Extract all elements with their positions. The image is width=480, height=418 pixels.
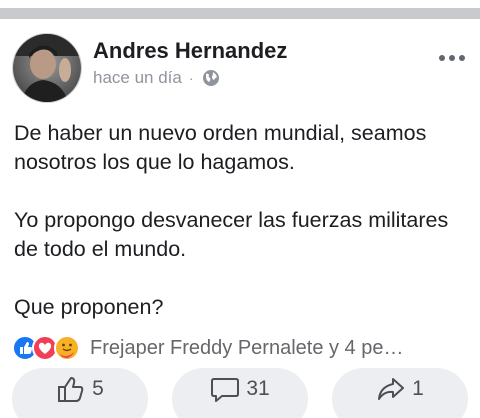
share-count: 1 (412, 377, 424, 400)
reactions-summary[interactable]: Frejaper Freddy Pernalete y 4 pe… (12, 334, 404, 362)
post-meta: hace un día · (93, 68, 220, 88)
thumbs-up-icon (58, 377, 84, 402)
reactions-summary-text: Frejaper Freddy Pernalete y 4 pe… (90, 336, 404, 359)
more-options-icon (439, 55, 465, 61)
post-card: Andres Hernandez hace un día · De haber … (0, 0, 480, 418)
author-name[interactable]: Andres Hernandez (93, 38, 287, 64)
comment-icon (211, 378, 240, 402)
care-reaction-icon (54, 335, 80, 361)
globe-icon (202, 70, 219, 86)
post-body: De haber un nuevo orden mundial, seamos … (14, 119, 464, 322)
post-paragraph: Yo propongo desvanecer las fuerzas milit… (14, 208, 449, 261)
post-paragraph: Que proponen? (14, 295, 164, 319)
share-icon (378, 378, 405, 400)
avatar[interactable] (12, 33, 82, 103)
meta-separator: · (188, 70, 194, 86)
like-count: 5 (92, 377, 104, 400)
avatar-photo (13, 34, 81, 102)
reaction-icons (12, 335, 88, 361)
comment-count: 31 (246, 377, 270, 400)
post-paragraph: De haber un nuevo orden mundial, seamos … (14, 121, 427, 174)
top-divider-bar (0, 8, 480, 19)
comment-button[interactable]: 31 (172, 368, 308, 418)
share-button[interactable]: 1 (332, 368, 468, 418)
like-button[interactable]: 5 (12, 368, 148, 418)
more-options-button[interactable] (437, 50, 467, 66)
post-timestamp[interactable]: hace un día (93, 68, 182, 88)
